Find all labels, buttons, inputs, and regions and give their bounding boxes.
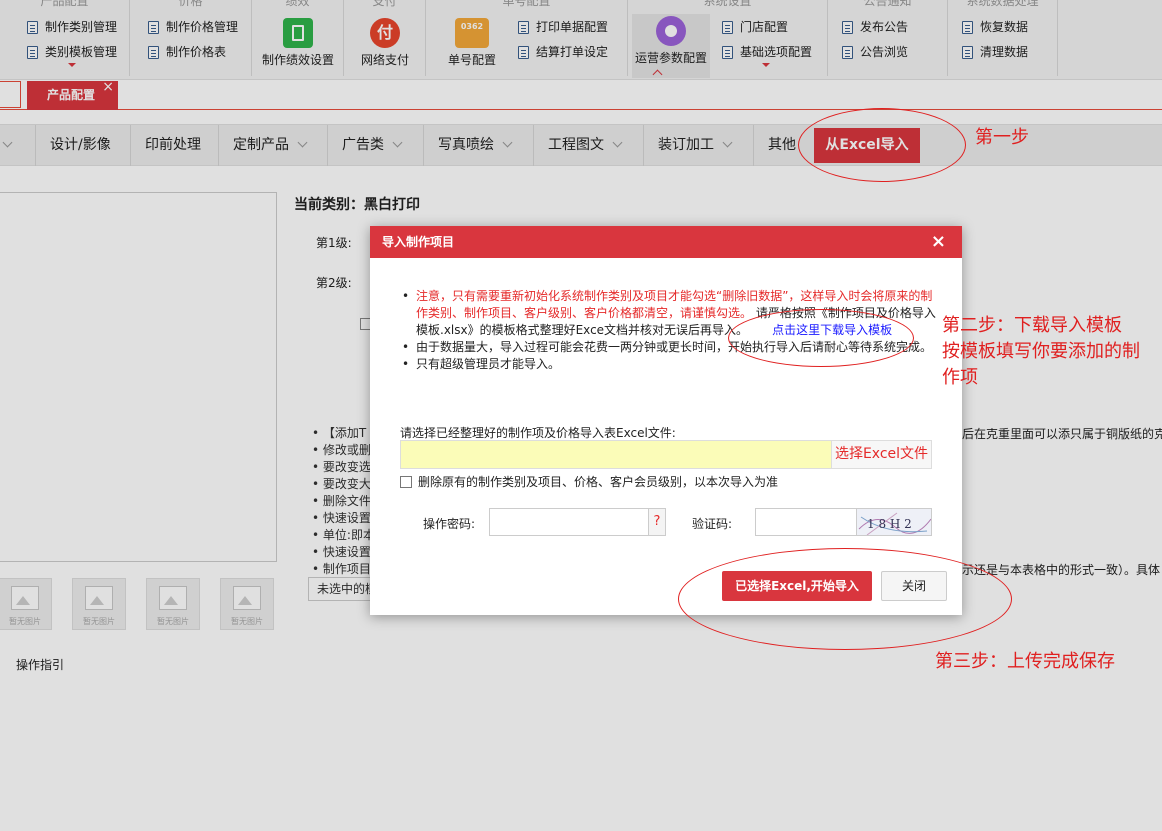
help-icon[interactable]: ?: [648, 508, 666, 536]
annotation-step1: 第一步: [975, 127, 1029, 148]
annotation-step2-line3: 作项: [942, 367, 978, 388]
dialog-header: 导入制作项目 ×: [370, 226, 962, 258]
captcha-text: 1 8 H 2: [867, 517, 912, 531]
annotation-step2-line2: 按模板填写你要添加的制: [942, 341, 1140, 362]
select-excel-button[interactable]: 选择Excel文件: [831, 440, 932, 469]
annotation-ellipse-step1: [798, 108, 966, 182]
select-file-prompt: 请选择已经整理好的制作项及价格导入表Excel文件:: [400, 426, 676, 440]
captcha-image[interactable]: 1 8 H 2: [856, 508, 932, 536]
verify-code-label: 验证码:: [692, 517, 733, 531]
delete-old-data-row: 删除原有的制作类别及项目、价格、客户会员级别，以本次导入为准: [400, 474, 778, 490]
annotation-step3: 第三步：上传完成保存: [935, 651, 1115, 672]
excel-file-field[interactable]: [400, 440, 832, 469]
annotation-step2-line1: 第二步：下载导入模板: [942, 315, 1122, 336]
captcha-noise-icon: 1 8 H 2: [858, 512, 931, 535]
verify-code-input[interactable]: [755, 508, 857, 536]
password-label: 操作密码:: [423, 517, 476, 531]
password-input[interactable]: [489, 508, 649, 536]
annotation-ellipse-step2: [728, 309, 914, 367]
app-window: 产品配置 制作类别管理 类别模板管理 价格 制作价格管理 制作价格表 绩效 制作…: [0, 0, 1162, 831]
delete-old-data-checkbox[interactable]: [400, 476, 412, 488]
annotation-ellipse-step3: [678, 548, 1012, 650]
close-icon[interactable]: ×: [931, 226, 946, 258]
dialog-title: 导入制作项目: [382, 235, 455, 249]
